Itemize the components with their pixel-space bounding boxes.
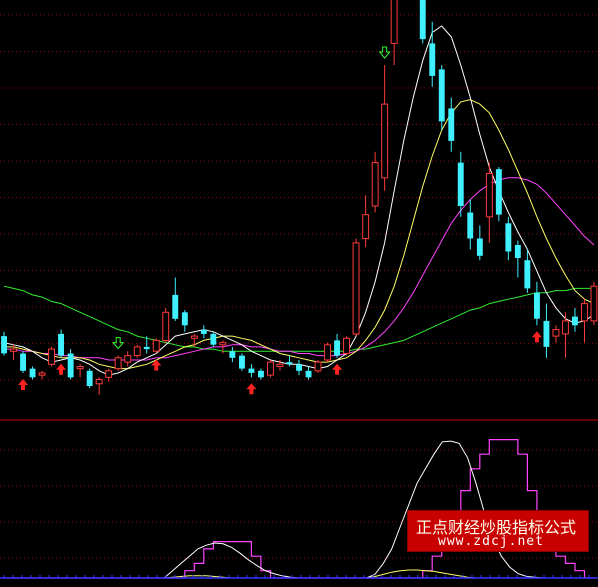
candle-body-down — [143, 346, 150, 350]
candle-body-up — [95, 379, 103, 385]
candle-body-up — [390, 0, 398, 44]
indicator-step-line — [4, 439, 594, 579]
candle-body-down — [572, 316, 578, 326]
candle-body-down — [524, 260, 531, 289]
ma-line-short — [3, 25, 595, 376]
candle-body-up — [381, 103, 389, 179]
candle-body-up — [219, 342, 227, 346]
candle-body-down — [448, 108, 455, 141]
sell-arrow-icon — [112, 337, 125, 350]
buy-arrow-icon — [18, 378, 29, 390]
candle-body-up — [362, 214, 370, 240]
candle-body-up — [276, 363, 284, 367]
watermark-banner: 正点财经炒股指标公式 www.zdcj.net — [407, 510, 589, 552]
candlestick-chart-svg — [0, 0, 598, 579]
stock-chart: 正点财经炒股指标公式 www.zdcj.net — [0, 0, 598, 587]
candle-body-up — [343, 337, 351, 354]
candle-body-up — [114, 357, 122, 370]
candle-body-up — [38, 372, 46, 376]
candle-body-up — [267, 361, 274, 376]
candle-body-up — [552, 329, 560, 337]
candle-body-up — [76, 366, 84, 370]
ma-line-longest — [3, 285, 594, 352]
buy-arrow-icon — [246, 383, 257, 395]
watermark-url: www.zdcj.net — [438, 534, 544, 549]
sell-arrow-icon — [378, 46, 391, 59]
candle-body-down — [239, 355, 245, 369]
candle-body-down — [419, 0, 426, 40]
candle-body-down — [334, 340, 340, 356]
buy-arrow-icon — [56, 363, 67, 375]
candle-body-up — [485, 173, 493, 218]
candle-body-down — [286, 362, 293, 365]
candle-body-up — [162, 311, 170, 341]
candle-body-down — [200, 329, 207, 334]
candle-body-down — [172, 294, 179, 319]
candle-body-up — [105, 370, 113, 378]
candle-body-down — [457, 162, 464, 206]
candle-body-down — [305, 370, 312, 378]
candle-body-down — [229, 351, 236, 358]
candle-body-up — [371, 162, 379, 207]
candle-body-down — [210, 333, 217, 345]
candle-body-up — [190, 335, 198, 339]
candle-body-down — [495, 169, 502, 215]
candle-body-down — [467, 212, 474, 239]
candle-body-up — [133, 346, 141, 357]
candle-body-up — [590, 285, 598, 322]
candle-body-down — [29, 368, 36, 378]
candle-body-down — [20, 353, 26, 371]
buy-arrow-icon — [332, 363, 343, 375]
candle-body-down — [505, 223, 512, 252]
candle-body-down — [543, 320, 550, 347]
candle-body-up — [352, 242, 360, 335]
candle-body-up — [152, 339, 160, 352]
candle-body-down — [429, 43, 436, 76]
candle-body-up — [324, 344, 332, 361]
candle-body-down — [86, 370, 93, 386]
candle-body-down — [58, 333, 64, 356]
candle-body-up — [581, 303, 588, 322]
candle-body-down — [67, 353, 74, 378]
candle-body-up — [562, 320, 569, 335]
candle-body-down — [438, 69, 445, 122]
candle-body-down — [258, 370, 264, 378]
candle-body-down — [296, 364, 302, 371]
buy-arrow-icon — [531, 331, 542, 343]
candle-body-up — [10, 348, 18, 352]
candle-body-down — [1, 336, 8, 354]
candle-body-down — [514, 245, 521, 258]
candle-body-up — [48, 348, 55, 365]
candle-body-down — [534, 292, 540, 319]
candle-body-up — [314, 361, 322, 372]
candle-body-down — [248, 368, 255, 373]
candle-body-down — [476, 238, 483, 256]
candle-body-up — [124, 355, 132, 363]
candle-body-down — [181, 312, 188, 326]
